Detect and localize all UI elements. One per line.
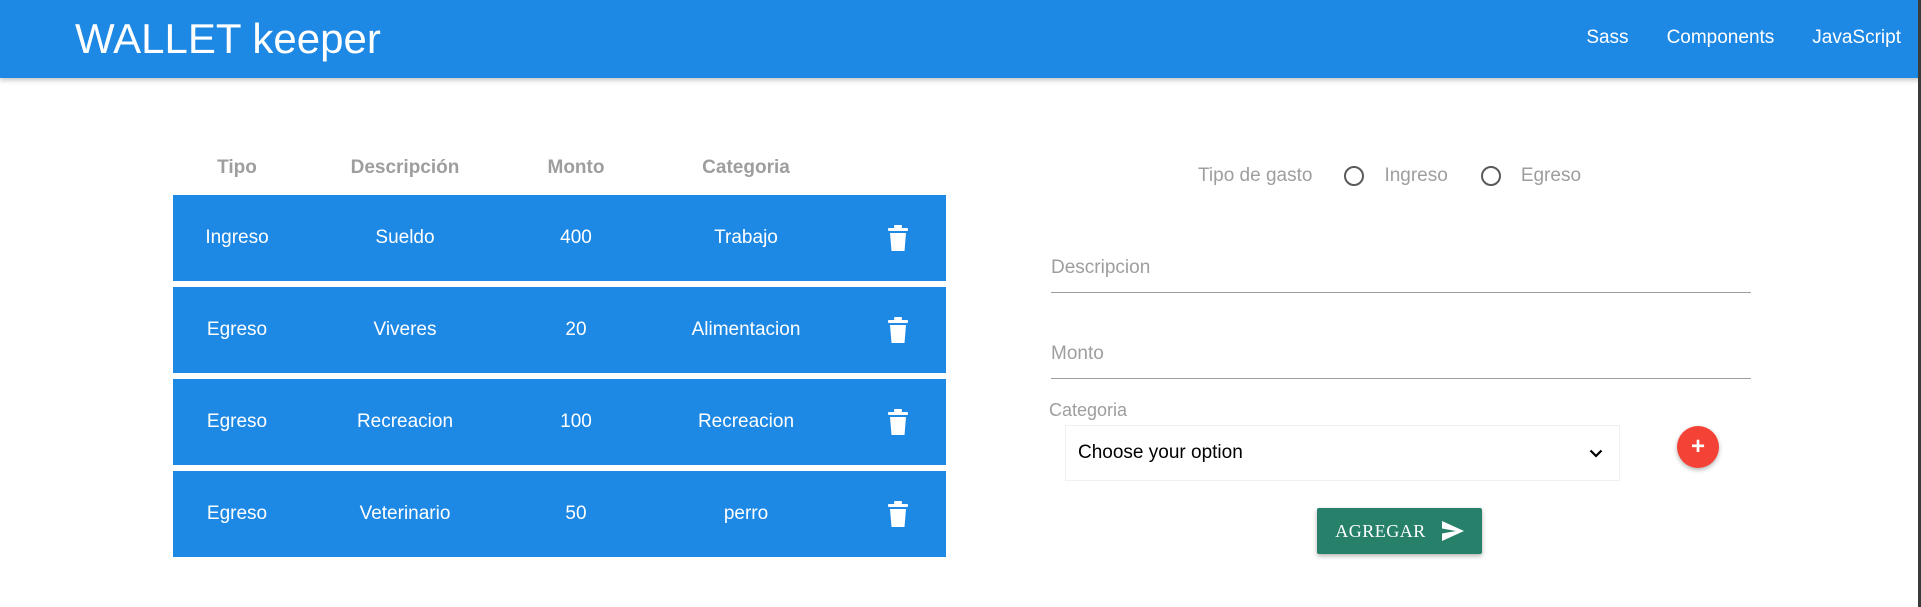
trash-icon[interactable] <box>887 501 908 527</box>
cell-descripcion: Veterinario <box>359 503 451 524</box>
nav-link-sass[interactable]: Sass <box>1586 26 1628 50</box>
cell-descripcion: Sueldo <box>375 227 435 248</box>
table-header: Tipo Descripción Monto Categoria <box>173 156 946 182</box>
plus-icon: + <box>1690 433 1705 460</box>
categoria-label: Categoria <box>1049 400 1128 420</box>
agregar-label: AGREGAR <box>1335 520 1426 541</box>
delete-button[interactable] <box>849 225 946 251</box>
delete-button[interactable] <box>849 317 946 343</box>
brand-logo[interactable]: WALLET keeper <box>75 16 381 62</box>
radio-ingreso[interactable]: Ingreso <box>1344 165 1448 187</box>
nav-links: Sass Components JavaScript <box>1548 26 1901 50</box>
descripcion-field-wrapper <box>1051 243 1751 293</box>
radio-circle-icon[interactable] <box>1344 166 1365 186</box>
agregar-button[interactable]: AGREGAR <box>1317 508 1482 554</box>
chevron-down-icon <box>1589 449 1603 458</box>
header-monto: Monto <box>547 157 605 178</box>
header-categoria: Categoria <box>702 157 790 178</box>
nav-link-components[interactable]: Components <box>1667 26 1775 50</box>
cell-descripcion: Viveres <box>373 319 437 340</box>
radio-egreso[interactable]: Egreso <box>1480 165 1581 187</box>
cell-monto: 50 <box>565 503 587 524</box>
cell-categoria: perro <box>723 503 769 524</box>
monto-field[interactable] <box>1051 329 1751 378</box>
cell-tipo: Egreso <box>206 411 268 432</box>
header-descripcion: Descripción <box>350 157 460 178</box>
cell-descripcion: Recreacion <box>356 411 454 432</box>
table-row: Egreso Recreacion 100 Recreacion <box>173 379 946 465</box>
radio-egreso-label[interactable]: Egreso <box>1521 165 1581 187</box>
page: WALLET keeper Sass Components JavaScript… <box>0 0 1921 607</box>
cell-monto: 20 <box>565 319 587 340</box>
categoria-select-value: Choose your option <box>1078 442 1243 463</box>
radio-ingreso-label[interactable]: Ingreso <box>1384 165 1447 187</box>
table-row: Egreso Veterinario 50 perro <box>173 471 946 557</box>
table-row: Ingreso Sueldo 400 Trabajo <box>173 195 946 281</box>
nav-link-javascript[interactable]: JavaScript <box>1812 26 1901 50</box>
cell-categoria: Recreacion <box>697 411 795 432</box>
tipo-legend: Tipo de gasto <box>1198 165 1313 186</box>
trash-icon[interactable] <box>887 317 908 343</box>
delete-button[interactable] <box>849 501 946 527</box>
cell-categoria: Trabajo <box>714 227 778 248</box>
tipo-radio-group: Tipo de gasto Ingreso Egreso <box>1198 163 1581 189</box>
cell-monto: 100 <box>560 411 592 432</box>
cell-tipo: Egreso <box>206 503 268 524</box>
delete-button[interactable] <box>849 409 946 435</box>
header-tipo: Tipo <box>217 157 257 178</box>
trash-icon[interactable] <box>887 409 908 435</box>
send-icon <box>1441 521 1464 541</box>
add-category-button[interactable]: + <box>1677 426 1719 468</box>
cell-tipo: Egreso <box>206 319 268 340</box>
cell-tipo: Ingreso <box>205 227 269 248</box>
trash-icon[interactable] <box>887 225 908 251</box>
cell-categoria: Alimentacion <box>691 319 801 340</box>
table-row: Egreso Viveres 20 Alimentacion <box>173 287 946 373</box>
categoria-select[interactable]: Choose your option <box>1065 425 1620 481</box>
descripcion-field[interactable] <box>1051 243 1751 292</box>
cell-monto: 400 <box>560 227 592 248</box>
radio-circle-icon[interactable] <box>1480 166 1501 186</box>
monto-field-wrapper <box>1051 329 1751 379</box>
navbar: WALLET keeper Sass Components JavaScript <box>0 0 1921 78</box>
